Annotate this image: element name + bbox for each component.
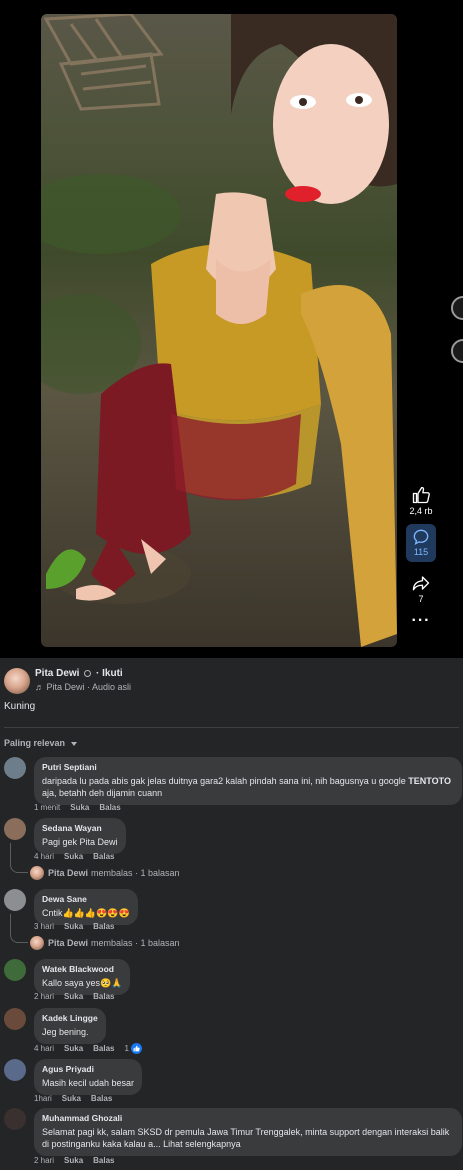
post-details-panel: Pita Dewi · Ikuti ♬ Pita Dewi · Audio as… <box>0 658 463 1170</box>
next-video-button[interactable] <box>451 339 463 363</box>
comment-bubble: Putri Septiani daripada lu pada abis gak… <box>34 757 462 805</box>
like-comment-button[interactable]: Suka <box>62 1094 81 1103</box>
commenter-name[interactable]: Watek Blackwood <box>42 964 122 974</box>
comment-bubble: Sedana Wayan Pagi gek Pita Dewi <box>34 818 126 854</box>
privacy-globe-icon <box>84 670 92 677</box>
comment-time: 2 hari <box>34 992 55 1001</box>
divider <box>4 727 459 728</box>
video-frame-image <box>41 14 397 647</box>
share-count: 7 <box>418 594 424 604</box>
reply-comment-button[interactable]: Balas <box>93 1044 114 1053</box>
video-area: 2,4 rb 115 7 ··· <box>0 0 463 658</box>
comment-text: Masih kecil udah besar <box>42 1078 135 1088</box>
reply-avatar <box>30 866 44 880</box>
commenter-name[interactable]: Kadek Lingge <box>42 1013 98 1023</box>
commenter-name[interactable]: Dewa Sane <box>42 894 130 904</box>
comment-bubble: Dewa Sane Cntik👍👍👍😍😍😍 <box>34 889 138 925</box>
commenter-avatar[interactable] <box>4 1059 26 1081</box>
comment-bubble: Kadek Lingge Jeg bening. <box>34 1008 106 1044</box>
comment-icon <box>413 529 429 545</box>
comment-text: Selamat pagi kk, salam SKSD dr pemula Ja… <box>42 1127 450 1149</box>
comment-meta: 2 hari Suka Balas <box>34 1156 115 1165</box>
share-action[interactable]: 7 <box>403 574 439 604</box>
reply-comment-button[interactable]: Balas <box>93 1156 114 1165</box>
like-action[interactable]: 2,4 rb <box>403 486 439 516</box>
comment-button[interactable]: 115 <box>406 524 436 562</box>
comment-time: 4 hari <box>34 852 55 861</box>
commenter-avatar[interactable] <box>4 1108 26 1130</box>
sort-label: Paling relevan <box>4 738 66 748</box>
commenter-name[interactable]: Agus Priyadi <box>42 1064 134 1074</box>
comment-text: Cntik👍👍👍😍😍😍 <box>42 908 130 918</box>
commenter-avatar[interactable] <box>4 818 26 840</box>
reply-thread-line <box>10 914 28 943</box>
comment-text: Pagi gek Pita Dewi <box>42 837 118 847</box>
post-author: Pita Dewi · Ikuti ♬ Pita Dewi · Audio as… <box>4 668 131 694</box>
music-note-icon: ♬ <box>35 682 44 692</box>
comment-text: Kallo saya yes🥺🙏 <box>42 978 123 988</box>
follow-button[interactable]: Ikuti <box>102 668 123 679</box>
commenter-name[interactable]: Putri Septiani <box>42 762 454 772</box>
commenter-avatar[interactable] <box>4 889 26 911</box>
comment-meta: 3 hari Suka Balas <box>34 922 115 931</box>
comment-sort-dropdown[interactable]: Paling relevan <box>4 738 77 748</box>
author-avatar[interactable] <box>4 668 30 694</box>
comment-time: 4 hari <box>34 1044 55 1053</box>
reply-comment-button[interactable]: Balas <box>99 803 120 812</box>
comment-meta: 2 hari Suka Balas <box>34 992 115 1001</box>
author-name[interactable]: Pita Dewi <box>35 668 79 679</box>
like-comment-button[interactable]: Suka <box>64 1156 83 1165</box>
video-player[interactable] <box>41 14 397 647</box>
like-comment-button[interactable]: Suka <box>64 992 83 1001</box>
author-header: Pita Dewi · Ikuti <box>35 668 131 679</box>
like-comment-button[interactable]: Suka <box>64 922 83 931</box>
like-icon <box>412 486 430 504</box>
reply-comment-button[interactable]: Balas <box>93 922 114 931</box>
comment-time: 3 hari <box>34 922 55 931</box>
like-count: 2,4 rb <box>409 506 433 516</box>
share-icon <box>412 576 430 591</box>
view-replies-link[interactable]: Pita Dewi membalas · 1 balasan <box>30 936 180 950</box>
comment-time: 1 menit <box>34 803 61 812</box>
reaction-summary[interactable]: 1 <box>125 1043 142 1054</box>
more-options-button[interactable]: ··· <box>403 612 439 630</box>
reply-comment-button[interactable]: Balas <box>93 992 114 1001</box>
comment-time: 1hari <box>34 1094 52 1103</box>
reply-thread-line <box>10 843 28 873</box>
like-comment-button[interactable]: Suka <box>64 852 83 861</box>
commenter-name[interactable]: Sedana Wayan <box>42 823 118 833</box>
separator-dot: · <box>96 668 100 679</box>
comment-meta: 4 hari Suka Balas <box>34 852 115 861</box>
comment-bubble: Watek Blackwood Kallo saya yes🥺🙏 <box>34 959 131 995</box>
reply-comment-button[interactable]: Balas <box>93 852 114 861</box>
like-comment-button[interactable]: Suka <box>64 1044 83 1053</box>
comment-meta: 1hari Suka Balas <box>34 1094 112 1103</box>
commenter-avatar[interactable] <box>4 1008 26 1030</box>
view-replies-link[interactable]: Pita Dewi membalas · 1 balasan <box>30 866 180 880</box>
like-reaction-icon <box>130 1043 142 1054</box>
comment-text: Jeg bening. <box>42 1027 89 1037</box>
previous-video-button[interactable] <box>451 296 463 320</box>
post-caption: Kuning <box>4 701 36 712</box>
comment-meta: 1 menit Suka Balas <box>34 803 121 812</box>
reaction-count: 1 <box>124 1044 129 1053</box>
comment-meta: 4 hari Suka Balas 1 <box>34 1043 142 1054</box>
more-dots-icon: ··· <box>411 612 431 629</box>
comment-bubble: Muhammad Ghozali Selamat pagi kk, salam … <box>34 1108 462 1156</box>
reply-comment-button[interactable]: Balas <box>91 1094 112 1103</box>
commenter-avatar[interactable] <box>4 757 26 779</box>
audio-label: Pita Dewi · Audio asli <box>46 682 132 692</box>
commenter-avatar[interactable] <box>4 959 26 981</box>
comment-time: 2 hari <box>34 1156 55 1165</box>
comment-action[interactable]: 115 <box>403 524 439 562</box>
comment-text: daripada lu pada abis gak jelas duitnya … <box>42 776 451 798</box>
comment-count: 115 <box>413 547 429 557</box>
commenter-name[interactable]: Muhammad Ghozali <box>42 1113 454 1123</box>
comment-bubble: Agus Priyadi Masih kecil udah besar <box>34 1059 143 1095</box>
reply-avatar <box>30 936 44 950</box>
like-comment-button[interactable]: Suka <box>70 803 89 812</box>
audio-info[interactable]: ♬ Pita Dewi · Audio asli <box>35 682 131 692</box>
caret-down-icon <box>70 741 77 746</box>
